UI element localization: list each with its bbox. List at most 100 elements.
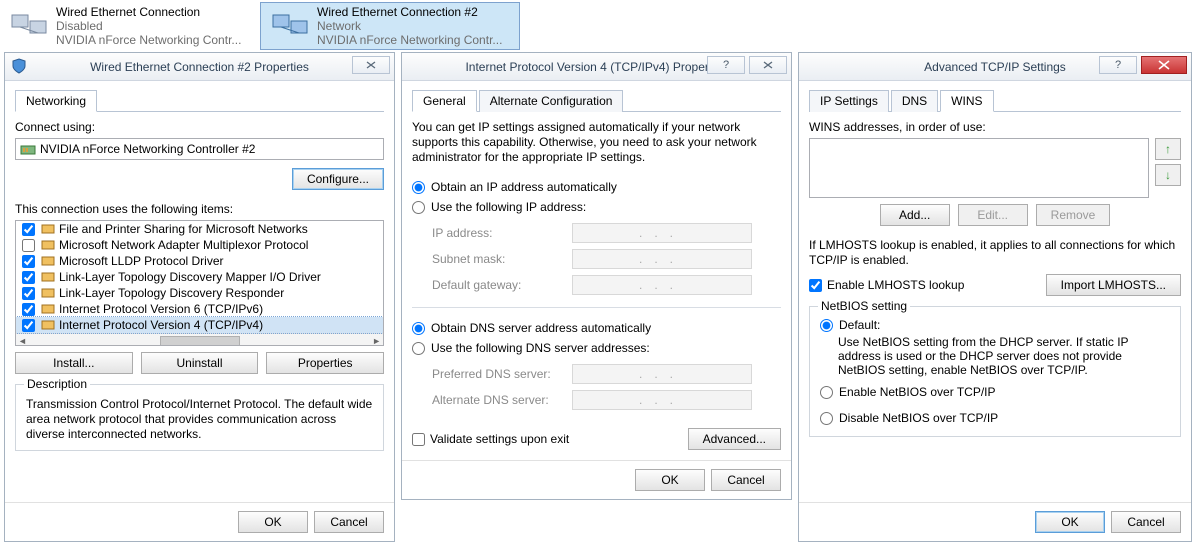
protocol-name: Microsoft LLDP Protocol Driver — [59, 254, 224, 268]
netbios-disable-radio[interactable]: Disable NetBIOS over TCP/IP — [820, 411, 1172, 425]
connection-properties-dialog: Wired Ethernet Connection #2 Properties … — [4, 52, 395, 542]
tab-ip-settings[interactable]: IP Settings — [809, 90, 889, 112]
horizontal-scrollbar[interactable]: ◄► — [16, 333, 383, 346]
protocol-item[interactable]: Link-Layer Topology Discovery Responder — [16, 285, 383, 301]
connections-bar: Wired Ethernet Connection Disabled NVIDI… — [0, 0, 1198, 52]
description-text: Transmission Control Protocol/Internet P… — [26, 397, 375, 442]
subnet-label: Subnet mask: — [432, 252, 572, 266]
connection-item[interactable]: Wired Ethernet Connection Disabled NVIDI… — [0, 2, 260, 50]
protocol-name: Link-Layer Topology Discovery Mapper I/O… — [59, 270, 321, 284]
move-up-button[interactable]: ↑ — [1155, 138, 1181, 160]
items-label: This connection uses the following items… — [15, 202, 384, 216]
validate-checkbox[interactable]: Validate settings upon exit — [412, 432, 569, 446]
install-button[interactable]: Install... — [15, 352, 133, 374]
alt-dns-label: Alternate DNS server: — [432, 393, 572, 407]
tab-general[interactable]: General — [412, 90, 477, 112]
arrow-down-icon: ↓ — [1165, 168, 1171, 182]
netbios-enable-radio[interactable]: Enable NetBIOS over TCP/IP — [820, 385, 1172, 399]
protocol-checkbox[interactable] — [22, 239, 35, 252]
protocol-checkbox[interactable] — [22, 287, 35, 300]
ok-button[interactable]: OK — [635, 469, 705, 491]
dialog-title: Wired Ethernet Connection #2 Properties — [90, 60, 309, 74]
cancel-button[interactable]: Cancel — [314, 511, 384, 533]
dns-manual-radio[interactable]: Use the following DNS server addresses: — [412, 341, 781, 355]
ip-auto-radio[interactable]: Obtain an IP address automatically — [412, 180, 781, 194]
separator — [412, 307, 781, 308]
properties-button[interactable]: Properties — [266, 352, 384, 374]
protocol-name: File and Printer Sharing for Microsoft N… — [59, 222, 308, 236]
protocol-item[interactable]: File and Printer Sharing for Microsoft N… — [16, 221, 383, 237]
edit-button[interactable]: Edit... — [958, 204, 1028, 226]
tab-dns[interactable]: DNS — [891, 90, 938, 112]
move-down-button[interactable]: ↓ — [1155, 164, 1181, 186]
import-lmhosts-button[interactable]: Import LMHOSTS... — [1046, 274, 1181, 296]
configure-button[interactable]: Configure... — [292, 168, 384, 190]
protocol-checkbox[interactable] — [22, 319, 35, 332]
titlebar: Internet Protocol Version 4 (TCP/IPv4) P… — [402, 53, 791, 81]
tabs: General Alternate Configuration — [412, 89, 781, 112]
titlebar: Advanced TCP/IP Settings ? — [799, 53, 1191, 81]
protocol-icon — [41, 286, 55, 300]
protocol-item[interactable]: Internet Protocol Version 6 (TCP/IPv6) — [16, 301, 383, 317]
dns-auto-radio[interactable]: Obtain DNS server address automatically — [412, 321, 781, 335]
protocol-checkbox[interactable] — [22, 223, 35, 236]
tab-alternate[interactable]: Alternate Configuration — [479, 90, 624, 112]
ok-button[interactable]: OK — [1035, 511, 1105, 533]
add-button[interactable]: Add... — [880, 204, 950, 226]
protocol-icon — [41, 254, 55, 268]
protocol-checkbox[interactable] — [22, 255, 35, 268]
adapter-name: NVIDIA nForce Networking Controller #2 — [40, 142, 255, 156]
protocol-item[interactable]: Microsoft Network Adapter Multiplexor Pr… — [16, 237, 383, 253]
cancel-button[interactable]: Cancel — [711, 469, 781, 491]
advanced-button[interactable]: Advanced... — [688, 428, 781, 450]
tabs: Networking — [15, 89, 384, 112]
protocol-checkbox[interactable] — [22, 303, 35, 316]
remove-button[interactable]: Remove — [1036, 204, 1111, 226]
connection-name: Wired Ethernet Connection — [56, 5, 241, 19]
protocol-name: Microsoft Network Adapter Multiplexor Pr… — [59, 238, 308, 252]
protocol-icon — [41, 318, 55, 332]
nic-icon — [20, 141, 36, 157]
ok-button[interactable]: OK — [238, 511, 308, 533]
ip-address-input — [572, 223, 752, 243]
uninstall-button[interactable]: Uninstall — [141, 352, 259, 374]
tab-wins[interactable]: WINS — [940, 90, 993, 112]
netbios-default-desc: Use NetBIOS setting from the DHCP server… — [838, 335, 1172, 377]
network-adapter-icon — [8, 9, 50, 43]
wins-address-list[interactable] — [809, 138, 1149, 198]
close-button[interactable] — [352, 56, 390, 74]
protocol-checkbox[interactable] — [22, 271, 35, 284]
cancel-button[interactable]: Cancel — [1111, 511, 1181, 533]
ipv4-properties-dialog: Internet Protocol Version 4 (TCP/IPv4) P… — [401, 52, 792, 500]
close-button[interactable] — [1141, 56, 1187, 74]
dialog-title: Internet Protocol Version 4 (TCP/IPv4) P… — [465, 60, 727, 74]
ip-manual-radio[interactable]: Use the following IP address: — [412, 200, 781, 214]
connection-device: NVIDIA nForce Networking Contr... — [317, 33, 502, 47]
protocol-item[interactable]: Internet Protocol Version 4 (TCP/IPv4) — [16, 317, 383, 333]
wins-addresses-label: WINS addresses, in order of use: — [809, 120, 1181, 134]
protocol-icon — [41, 238, 55, 252]
subnet-input — [572, 249, 752, 269]
adapter-field[interactable]: NVIDIA nForce Networking Controller #2 — [15, 138, 384, 160]
help-button[interactable]: ? — [707, 56, 745, 74]
lmhosts-info: If LMHOSTS lookup is enabled, it applies… — [809, 238, 1181, 268]
close-button[interactable] — [749, 56, 787, 74]
protocol-icon — [41, 302, 55, 316]
protocol-item[interactable]: Link-Layer Topology Discovery Mapper I/O… — [16, 269, 383, 285]
connect-using-label: Connect using: — [15, 120, 384, 134]
connection-status: Network — [317, 19, 502, 33]
tab-networking[interactable]: Networking — [15, 90, 97, 112]
connection-item-selected[interactable]: Wired Ethernet Connection #2 Network NVI… — [260, 2, 520, 50]
shield-icon — [11, 58, 27, 74]
protocol-item[interactable]: Microsoft LLDP Protocol Driver — [16, 253, 383, 269]
gateway-input — [572, 275, 752, 295]
description-group: Description Transmission Control Protoco… — [15, 384, 384, 451]
protocol-icon — [41, 222, 55, 236]
help-button[interactable]: ? — [1099, 56, 1137, 74]
pref-dns-input — [572, 364, 752, 384]
protocol-listbox[interactable]: File and Printer Sharing for Microsoft N… — [15, 220, 384, 346]
netbios-default-radio[interactable]: Default: — [820, 318, 1172, 332]
alt-dns-input — [572, 390, 752, 410]
enable-lmhosts-checkbox[interactable]: Enable LMHOSTS lookup — [809, 278, 964, 292]
connection-name: Wired Ethernet Connection #2 — [317, 5, 502, 19]
